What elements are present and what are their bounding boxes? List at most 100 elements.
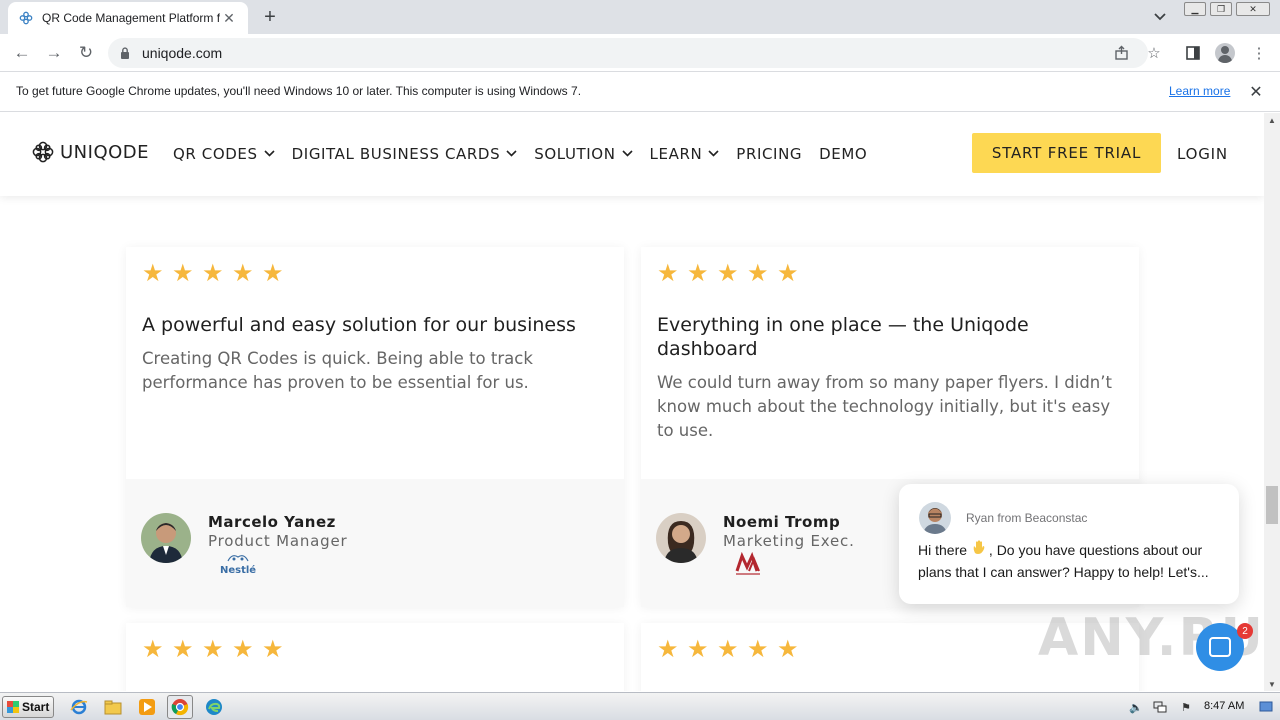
tab-search-chevron-icon[interactable] bbox=[1150, 8, 1170, 26]
star-icon: ★ bbox=[202, 636, 224, 663]
share-icon[interactable] bbox=[1111, 42, 1133, 64]
start-label: Start bbox=[22, 700, 50, 714]
nav-solution[interactable]: SOLUTION bbox=[534, 145, 633, 163]
learn-more-link[interactable]: Learn more bbox=[1169, 84, 1230, 98]
unread-badge: 2 bbox=[1237, 623, 1253, 639]
logo-text: UNIQODE bbox=[60, 141, 150, 163]
bookmark-star-icon[interactable]: ☆ bbox=[1143, 42, 1165, 64]
chat-message-popup[interactable]: Ryan from Beaconstac Hi there , Do you h… bbox=[899, 484, 1239, 604]
testimonial-card: ★ ★ ★ ★ ★ A powerful and easy solution f… bbox=[126, 247, 624, 607]
testimonial-card: ★ ★ ★ ★ ★ bbox=[126, 623, 624, 691]
scroll-thumb[interactable] bbox=[1266, 486, 1278, 524]
menu-kebab-icon[interactable]: ⋮ bbox=[1248, 42, 1270, 64]
chevron-down-icon bbox=[708, 149, 719, 160]
star-icon: ★ bbox=[262, 636, 284, 663]
uniqode-logo-icon bbox=[32, 141, 54, 163]
chevron-down-icon bbox=[264, 149, 275, 160]
login-link[interactable]: LOGIN bbox=[1177, 145, 1228, 163]
uniqode-favicon-icon bbox=[18, 10, 34, 26]
back-arrow-icon[interactable]: ← bbox=[10, 42, 34, 64]
taskbar-clock: 8:47 AM bbox=[1204, 700, 1245, 712]
star-icon: ★ bbox=[142, 260, 164, 287]
profile-avatar-icon[interactable] bbox=[1214, 42, 1236, 64]
star-icon: ★ bbox=[777, 636, 799, 663]
scroll-up-arrow-icon[interactable]: ▲ bbox=[1264, 113, 1280, 127]
star-rating: ★ ★ ★ ★ ★ bbox=[142, 260, 608, 287]
volume-icon[interactable]: 🔈 bbox=[1128, 700, 1144, 714]
taskbar: Start 🔈 ⚑ 8:47 AM bbox=[0, 692, 1280, 720]
update-infobar: To get future Google Chrome updates, you… bbox=[0, 72, 1280, 112]
internet-explorer-icon[interactable] bbox=[66, 695, 92, 719]
minimize-button[interactable]: ▁ bbox=[1184, 2, 1206, 16]
chat-agent-avatar bbox=[919, 502, 951, 534]
side-panel-icon[interactable] bbox=[1182, 42, 1204, 64]
star-icon: ★ bbox=[687, 636, 709, 663]
page-viewport: UNIQODE QR CODES DIGITAL BUSINESS CARDS … bbox=[0, 113, 1264, 691]
testimonial-body: Creating QR Codes is quick. Being able t… bbox=[142, 349, 533, 392]
author-role: Product Manager bbox=[208, 532, 348, 550]
star-icon: ★ bbox=[262, 260, 284, 287]
file-explorer-icon[interactable] bbox=[100, 695, 126, 719]
star-icon: ★ bbox=[232, 260, 254, 287]
chevron-down-icon bbox=[621, 149, 633, 160]
scroll-down-arrow-icon[interactable]: ▼ bbox=[1264, 677, 1280, 691]
chrome-taskbar-icon[interactable] bbox=[167, 695, 193, 719]
chevron-down-icon bbox=[506, 149, 517, 160]
start-free-trial-button[interactable]: START FREE TRIAL bbox=[972, 133, 1161, 173]
page-scrollbar[interactable]: ▲ ▼ bbox=[1264, 113, 1280, 691]
author-role: Marketing Exec. bbox=[723, 532, 855, 550]
network-icon[interactable] bbox=[1152, 700, 1168, 714]
media-player-icon[interactable] bbox=[134, 695, 160, 719]
author-photo bbox=[141, 513, 191, 563]
nav-demo[interactable]: DEMO bbox=[819, 145, 867, 163]
star-icon: ★ bbox=[172, 636, 194, 663]
nav-learn[interactable]: LEARN bbox=[650, 145, 720, 163]
action-center-flag-icon[interactable]: ⚑ bbox=[1178, 700, 1194, 714]
star-icon: ★ bbox=[172, 260, 194, 287]
star-rating: ★ ★ ★ ★ ★ bbox=[657, 260, 1123, 287]
star-icon: ★ bbox=[747, 260, 769, 287]
lock-icon[interactable] bbox=[118, 46, 132, 60]
nav-label: PRICING bbox=[736, 145, 803, 163]
nav-digital-business-cards[interactable]: DIGITAL BUSINESS CARDS bbox=[292, 145, 518, 163]
author-photo bbox=[656, 513, 706, 563]
show-desktop-icon[interactable] bbox=[1258, 700, 1274, 714]
close-window-button[interactable]: ✕ bbox=[1236, 2, 1270, 16]
star-rating: ★ ★ ★ ★ ★ bbox=[142, 636, 608, 663]
new-tab-button[interactable]: + bbox=[258, 6, 282, 28]
star-icon: ★ bbox=[657, 636, 679, 663]
start-button[interactable]: Start bbox=[2, 696, 54, 718]
tab-close-icon[interactable]: ✕ bbox=[220, 9, 238, 27]
star-icon: ★ bbox=[232, 636, 254, 663]
star-icon: ★ bbox=[777, 260, 799, 287]
nav-pricing[interactable]: PRICING bbox=[736, 145, 802, 163]
tab-title: QR Code Management Platform for r bbox=[42, 11, 220, 25]
star-icon: ★ bbox=[687, 260, 709, 287]
browser-tab[interactable]: QR Code Management Platform for r ✕ bbox=[8, 2, 248, 34]
nestle-logo: Nestlé bbox=[218, 551, 258, 577]
address-bar[interactable]: uniqode.com bbox=[108, 38, 1148, 68]
chat-bubble-icon bbox=[1209, 637, 1231, 657]
reload-icon[interactable]: ↻ bbox=[74, 42, 98, 64]
tab-strip: QR Code Management Platform for r ✕ + ▁ … bbox=[0, 0, 1280, 34]
star-icon: ★ bbox=[142, 636, 164, 663]
nav-label: QR CODES bbox=[173, 145, 258, 163]
testimonial-author: Marcelo Yanez Product Manager Nestlé bbox=[126, 479, 624, 607]
forward-arrow-icon[interactable]: → bbox=[42, 42, 66, 64]
star-icon: ★ bbox=[747, 636, 769, 663]
nav-label: LEARN bbox=[649, 145, 703, 163]
restore-button[interactable]: ❐ bbox=[1210, 2, 1232, 16]
star-icon: ★ bbox=[657, 260, 679, 287]
infobar-close-icon[interactable]: ✕ bbox=[1246, 82, 1266, 102]
marriott-logo bbox=[733, 551, 773, 577]
nav-qr-codes[interactable]: QR CODES bbox=[173, 145, 275, 163]
nav-label: SOLUTION bbox=[534, 145, 616, 163]
edge-icon[interactable] bbox=[201, 695, 227, 719]
nav-label: DEMO bbox=[819, 145, 868, 163]
uniqode-logo[interactable]: UNIQODE bbox=[32, 141, 149, 163]
chat-message-start: Hi there bbox=[918, 542, 968, 558]
testimonial-body: We could turn away from so many paper fl… bbox=[657, 373, 1112, 440]
star-icon: ★ bbox=[202, 260, 224, 287]
author-name: Marcelo Yanez bbox=[208, 513, 336, 531]
main-nav: QR CODES DIGITAL BUSINESS CARDS SOLUTION… bbox=[173, 145, 884, 163]
